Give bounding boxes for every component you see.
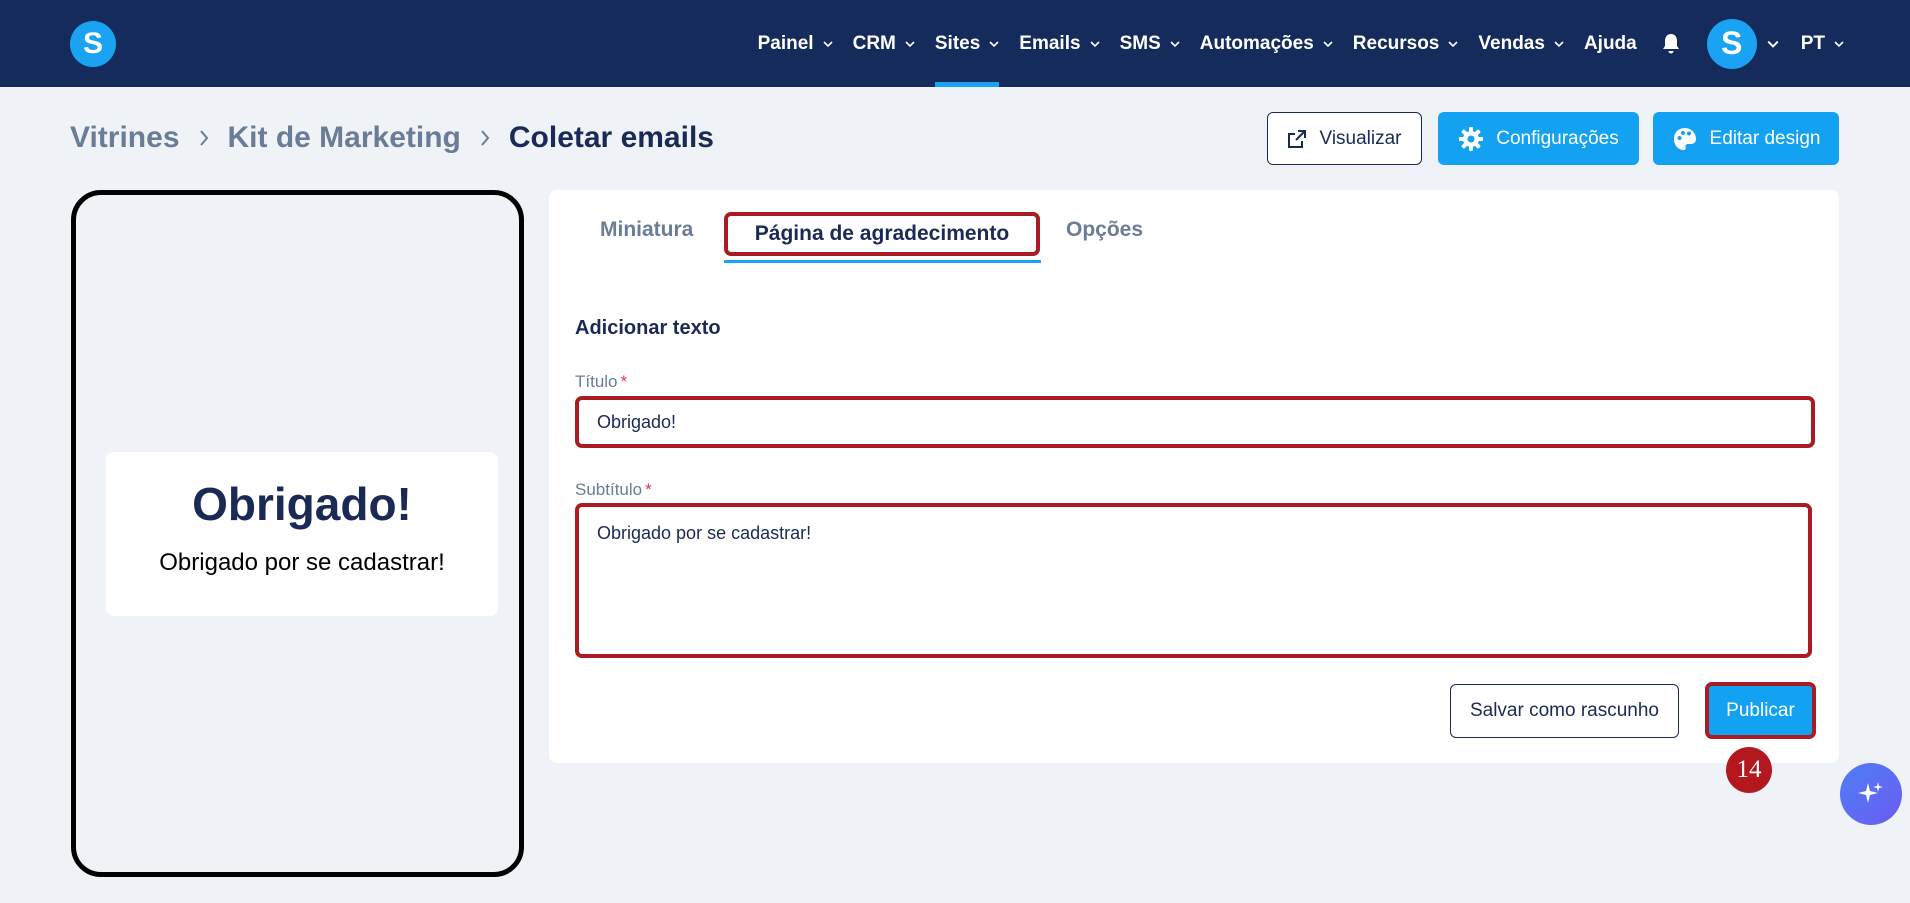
chevron-down-icon <box>1448 40 1458 47</box>
chevron-right-icon <box>199 130 208 146</box>
chevron-down-icon <box>1323 40 1333 47</box>
sparkles-icon <box>1858 782 1883 803</box>
publish-label: Publicar <box>1726 699 1795 721</box>
nav-label: Sites <box>934 32 981 54</box>
language-label: PT <box>1800 32 1825 54</box>
step-number: 14 <box>1736 756 1762 783</box>
settings-panel: Miniatura Página de agradecimento Opções… <box>549 190 1839 763</box>
ai-assistant-button[interactable] <box>1840 763 1902 825</box>
nav-label: Vendas <box>1478 32 1545 54</box>
chevron-down-icon <box>905 40 915 47</box>
save-draft-button[interactable]: Salvar como rascunho <box>1450 684 1679 738</box>
avatar-letter: S <box>1721 25 1743 61</box>
edit-design-button-label: Editar design <box>1709 127 1821 149</box>
settings-button-label: Configurações <box>1496 127 1619 149</box>
tab-pagina-de-agradecimento[interactable]: Página de agradecimento <box>724 212 1040 256</box>
active-tab-indicator <box>724 260 1041 263</box>
nav-label: Emails <box>1019 32 1081 54</box>
language-selector[interactable]: PT <box>1801 0 1844 87</box>
tab-opcoes[interactable]: Opções <box>1066 218 1143 242</box>
palette-icon <box>1673 127 1696 150</box>
nav-item-ajuda[interactable]: Ajuda <box>1584 0 1637 87</box>
title-field-label: Título * <box>575 372 627 392</box>
user-avatar[interactable]: S <box>1706 18 1757 69</box>
chevron-down-icon <box>823 40 833 47</box>
publish-button[interactable]: Publicar <box>1705 682 1816 739</box>
main-nav: Painel CRM Sites Emails SMS Automações R… <box>738 0 1844 87</box>
chevron-down-icon <box>1170 40 1180 47</box>
preview-button[interactable]: Visualizar <box>1267 112 1422 165</box>
preview-button-label: Visualizar <box>1319 127 1402 149</box>
external-link-icon <box>1288 129 1307 148</box>
title-label-text: Título <box>575 372 618 391</box>
thank-you-preview-card: Obrigado! Obrigado por se cadastrar! <box>106 452 498 616</box>
chevron-down-icon <box>989 40 999 47</box>
edit-design-button[interactable]: Editar design <box>1653 112 1839 165</box>
nav-item-emails[interactable]: Emails <box>1019 0 1100 87</box>
required-mark: * <box>645 480 652 499</box>
subtitle-textarea[interactable]: Obrigado por se cadastrar! <box>575 503 1812 658</box>
tab-miniatura[interactable]: Miniatura <box>600 218 693 242</box>
nav-item-painel[interactable]: Painel <box>758 0 833 87</box>
nav-item-sites[interactable]: Sites <box>934 0 1000 87</box>
nav-item-vendas[interactable]: Vendas <box>1478 0 1564 87</box>
app-logo[interactable]: S <box>70 21 116 67</box>
preview-subtitle: Obrigado por se cadastrar! <box>159 549 445 576</box>
tab-label: Página de agradecimento <box>754 222 1010 245</box>
subtitle-label-text: Subtítulo <box>575 480 643 499</box>
breadcrumb-item-vitrines[interactable]: Vitrines <box>70 121 180 155</box>
bell-icon[interactable] <box>1659 32 1683 56</box>
nav-item-recursos[interactable]: Recursos <box>1353 0 1459 87</box>
settings-button[interactable]: Configurações <box>1438 112 1639 165</box>
chevron-right-icon <box>481 130 490 146</box>
nav-label: Painel <box>757 32 814 54</box>
required-mark: * <box>620 372 628 391</box>
nav-item-crm[interactable]: CRM <box>853 0 915 87</box>
breadcrumb-item-kit-de-marketing[interactable]: Kit de Marketing <box>228 121 461 155</box>
nav-item-automacoes[interactable]: Automações <box>1200 0 1333 87</box>
chevron-down-icon <box>1554 40 1564 47</box>
breadcrumb: Vitrines Kit de Marketing Coletar emails <box>70 117 714 159</box>
nav-item-sms[interactable]: SMS <box>1120 0 1180 87</box>
step-number-badge: 14 <box>1726 747 1772 793</box>
logo-letter: S <box>82 27 103 60</box>
preview-title: Obrigado! <box>192 478 412 530</box>
nav-label: Recursos <box>1352 32 1440 54</box>
chevron-down-icon <box>1089 40 1100 47</box>
gear-icon <box>1459 126 1484 151</box>
mobile-preview-frame: Obrigado! Obrigado por se cadastrar! <box>71 190 524 877</box>
top-navbar: S Painel CRM Sites Emails SMS Automações… <box>0 0 1910 87</box>
nav-label: SMS <box>1119 32 1161 54</box>
chevron-down-icon[interactable] <box>1767 38 1779 50</box>
chevron-down-icon <box>1834 40 1844 47</box>
section-title: Adicionar texto <box>575 317 721 339</box>
page-title: Coletar emails <box>508 121 714 154</box>
nav-label: CRM <box>852 32 896 54</box>
title-input[interactable] <box>575 396 1815 448</box>
nav-label: Automações <box>1199 32 1314 54</box>
subtitle-field-label: Subtítulo * <box>575 480 652 500</box>
save-draft-label: Salvar como rascunho <box>1469 700 1660 721</box>
nav-label: Ajuda <box>1583 32 1637 54</box>
tab-bar: Miniatura Página de agradecimento Opções <box>549 190 1839 265</box>
